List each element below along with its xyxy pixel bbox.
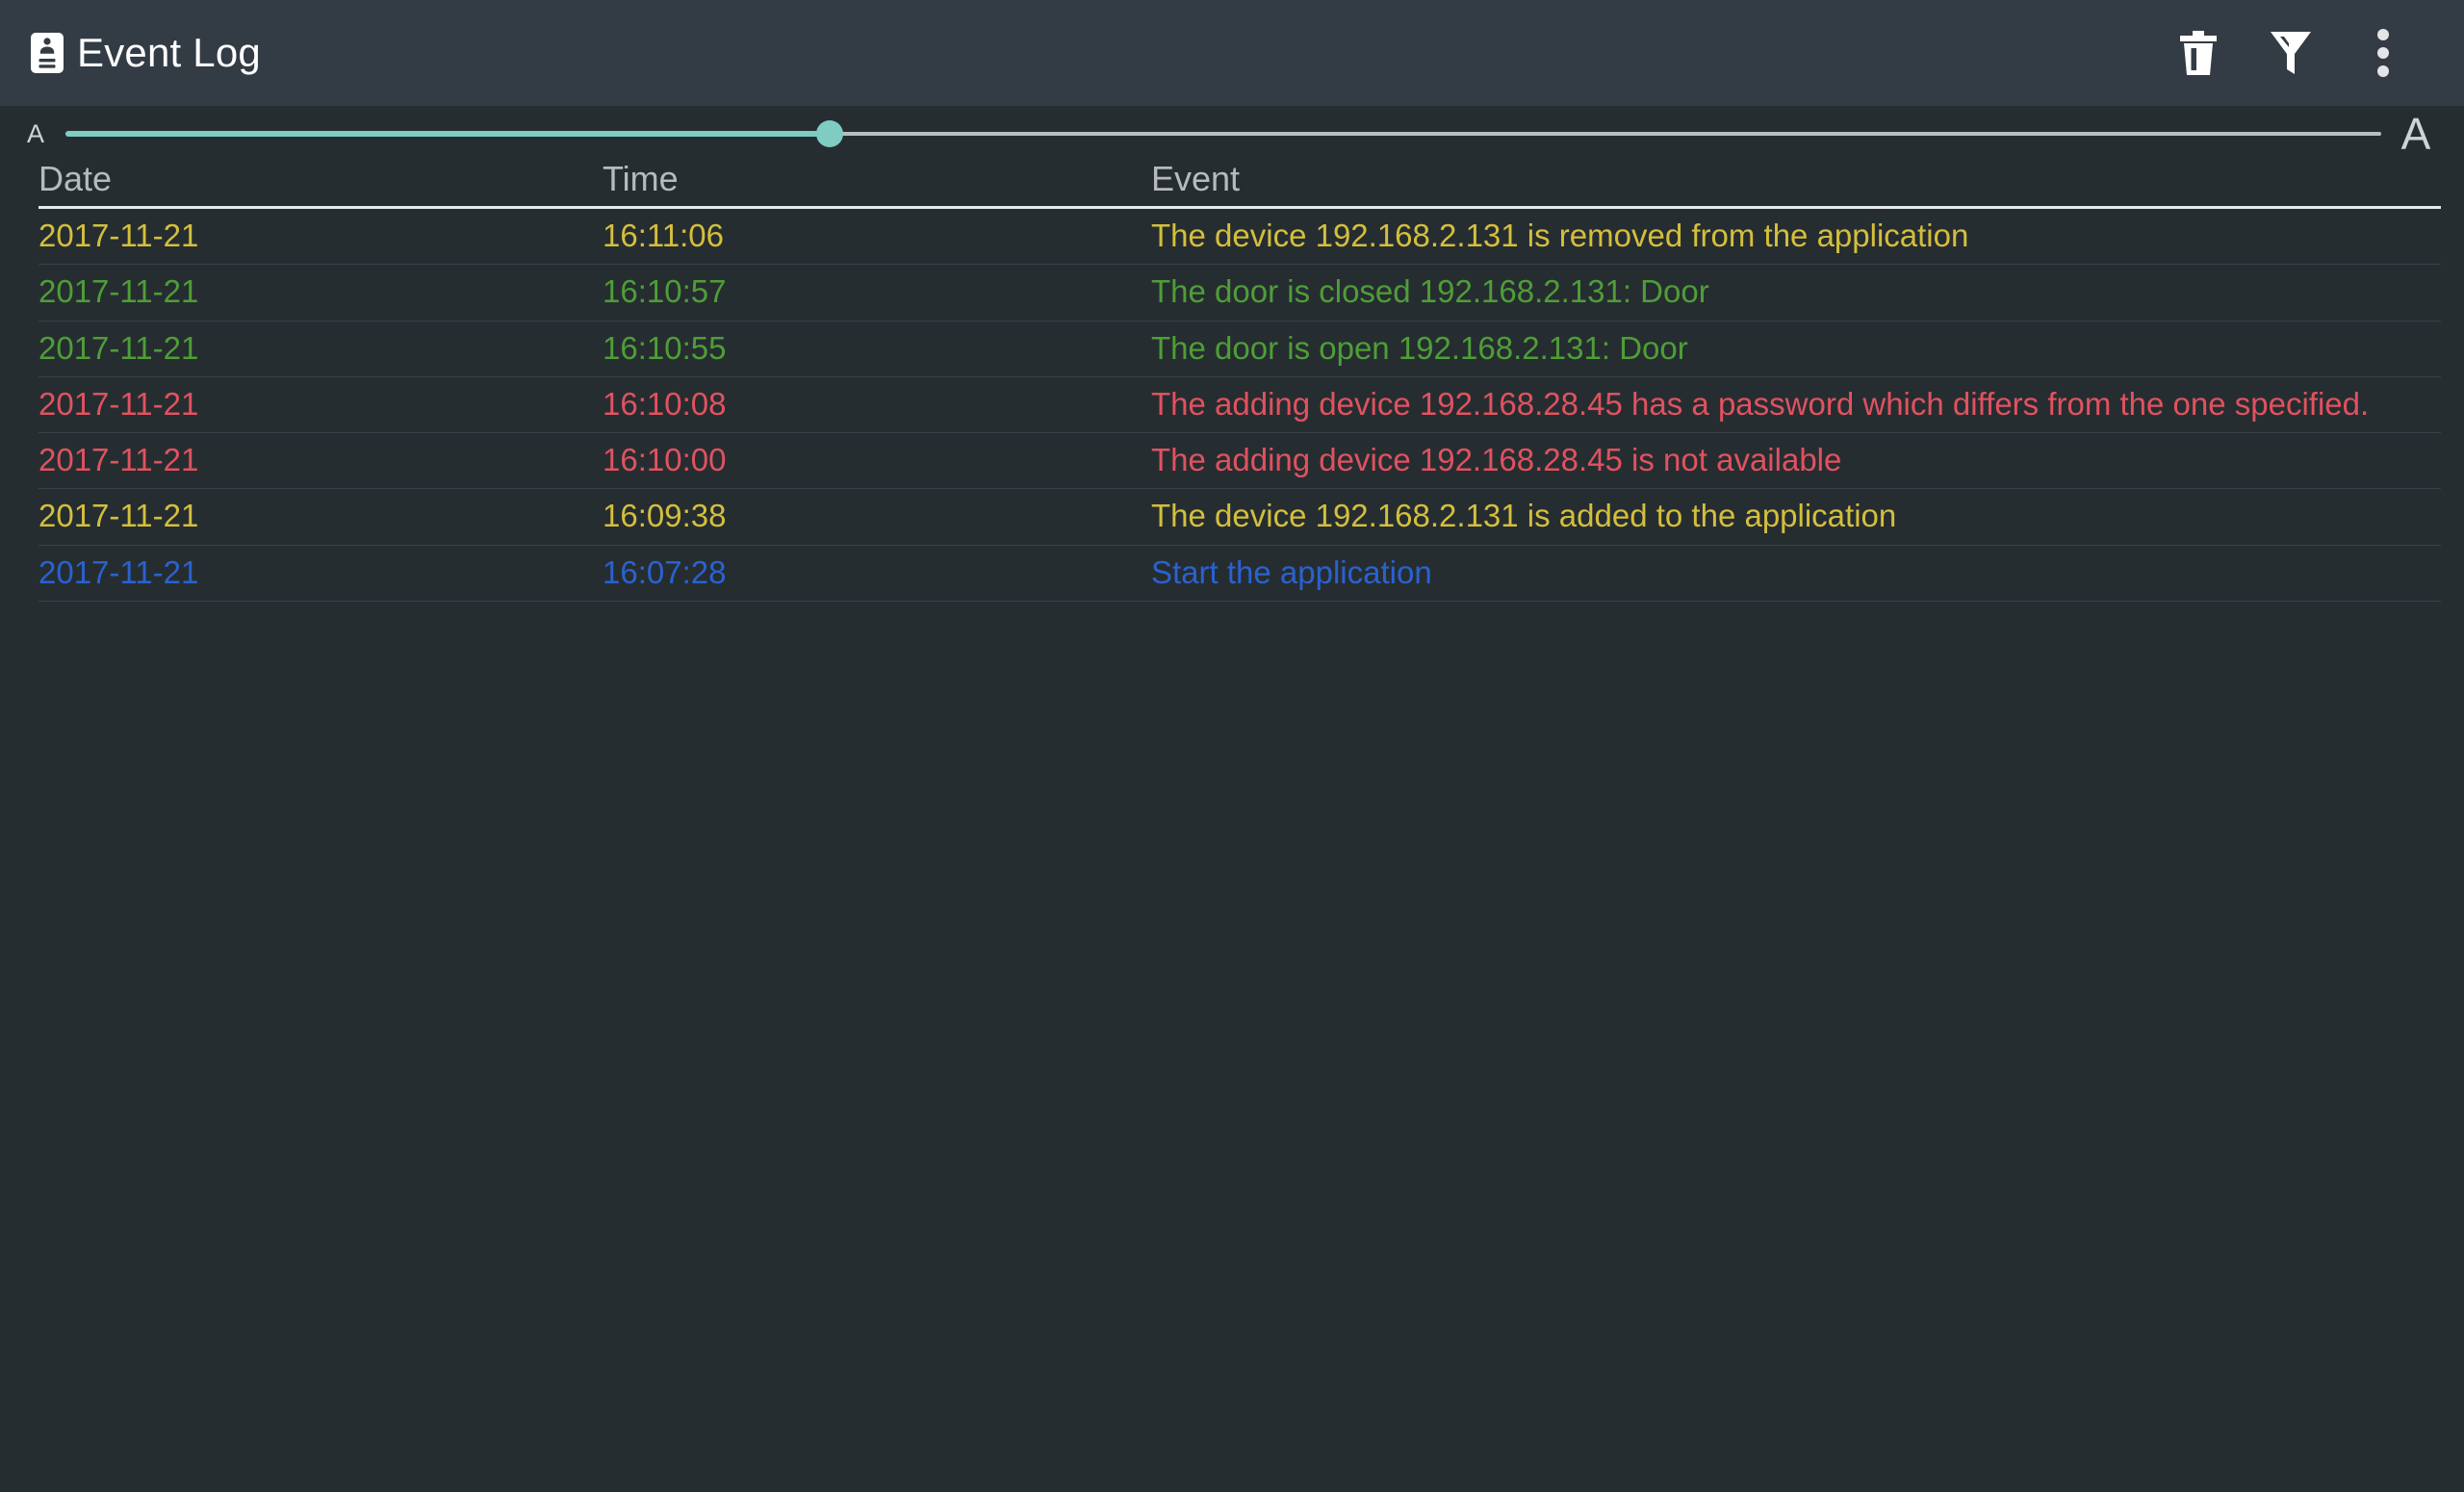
column-header-time: Time <box>603 159 679 198</box>
toolbar-actions <box>2152 7 2429 99</box>
font-size-slider[interactable] <box>65 115 2381 153</box>
cell-event: The adding device 192.168.28.45 has a pa… <box>1151 385 2370 422</box>
slider-thumb[interactable] <box>815 120 843 147</box>
filter-button[interactable] <box>2245 7 2337 99</box>
cell-date: 2017-11-21 <box>38 329 199 366</box>
table-row[interactable]: 2017-11-21 16:07:28 Start the application <box>38 546 2441 602</box>
table-row[interactable]: 2017-11-21 16:09:38 The device 192.168.2.1… <box>38 489 2441 546</box>
cell-date: 2017-11-21 <box>38 218 199 253</box>
cell-time: 16:07:28 <box>603 553 727 590</box>
cell-date: 2017-11-21 <box>38 498 199 534</box>
filter-icon <box>2269 29 2313 77</box>
cell-event: The adding device 192.168.28.45 is not a… <box>1151 442 1842 478</box>
cell-date: 2017-11-21 <box>38 273 199 310</box>
cell-date: 2017-11-21 <box>38 385 199 422</box>
cell-event: The device 192.168.2.131 is added to the… <box>1151 498 1897 534</box>
font-size-slider-row: A A <box>0 106 2464 162</box>
table-row[interactable]: 2017-11-21 16:10:57 The door is closed 192… <box>38 265 2441 322</box>
table-row[interactable]: 2017-11-21 16:10:55 The door is open 192.1… <box>38 322 2441 377</box>
slider-fill <box>65 131 830 137</box>
table-body: 2017-11-21 16:11:06 The device 192.168.2.1… <box>38 209 2441 602</box>
column-header-event: Event <box>1151 159 1241 198</box>
table-header-row: Date Time Event <box>38 162 2441 209</box>
cell-time: 16:11:06 <box>603 218 725 253</box>
cell-time: 16:10:55 <box>603 329 727 366</box>
event-log-table: Date Time Event 2017-11-21 16:11:06 The de… <box>0 162 2464 602</box>
cell-event: Start the application <box>1151 553 1432 590</box>
more-vertical-icon <box>2376 28 2390 78</box>
app-brand: Event Log <box>31 30 2152 76</box>
cell-date: 2017-11-21 <box>38 553 199 590</box>
cell-time: 16:10:08 <box>603 385 727 422</box>
app-toolbar: Event Log <box>0 0 2464 106</box>
cell-time: 16:09:38 <box>603 498 727 534</box>
font-size-small-label: A <box>26 118 44 148</box>
page-title: Event Log <box>77 30 261 75</box>
overflow-menu-button[interactable] <box>2337 7 2429 99</box>
cell-time: 16:10:57 <box>603 273 727 310</box>
table-row[interactable]: 2017-11-21 16:10:00 The adding device 192.… <box>38 433 2441 490</box>
contact-badge-icon <box>31 33 64 73</box>
table-row[interactable]: 2017-11-21 16:11:06 The device 192.168.2.1… <box>38 209 2441 266</box>
cell-event: The door is open 192.168.2.131: Door <box>1151 329 1688 366</box>
column-header-date: Date <box>38 159 113 198</box>
trash-icon <box>2177 29 2220 77</box>
cell-date: 2017-11-21 <box>38 442 199 478</box>
font-size-large-label: A <box>2400 109 2431 159</box>
cell-time: 16:10:00 <box>603 442 727 478</box>
table-row[interactable]: 2017-11-21 16:10:08 The adding device 192.… <box>38 377 2441 434</box>
cell-event: The door is closed 192.168.2.131: Door <box>1151 273 1709 310</box>
cell-event: The device 192.168.2.131 is removed from… <box>1151 218 1969 253</box>
delete-button[interactable] <box>2152 7 2245 99</box>
